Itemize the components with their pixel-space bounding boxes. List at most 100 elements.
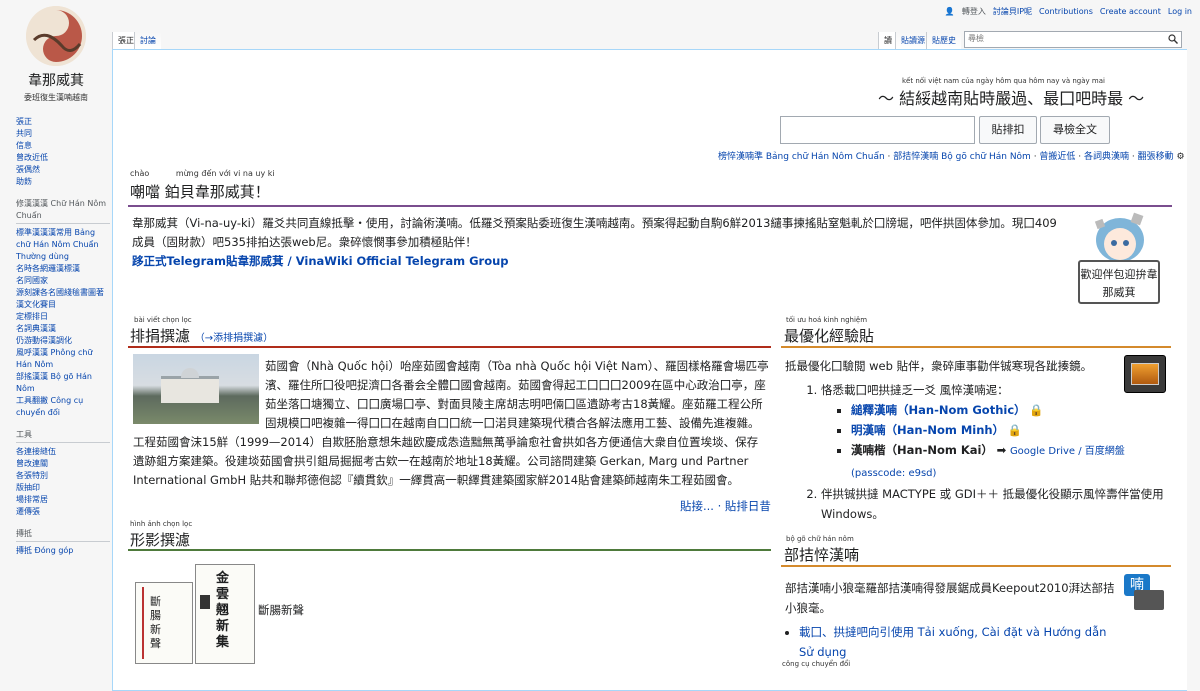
sidebar-link[interactable]: 各連接縫伍 <box>16 446 110 458</box>
experience-title: 最優化經驗貼 <box>784 327 875 345</box>
sidebar-link[interactable]: 名同國家 <box>16 275 110 287</box>
intro-text: 韋那威萁（Vi-na-uy-ki）羅爻共同直線抵擊・使用，討論術漢喃。低羅爻預案… <box>132 216 1057 249</box>
tab-edit-source[interactable]: 貼讀源 <box>895 32 930 49</box>
welcome-ruby-text: mừng đến với vi na uy ki <box>175 169 275 178</box>
sidebar-link[interactable]: 名時各網邏漢標漢 <box>16 263 110 275</box>
divider <box>128 205 1172 207</box>
divider <box>128 346 771 348</box>
main-search-input[interactable] <box>780 116 975 144</box>
featured-image-scrolls[interactable]: 斷腸新聲 金雲翹新集 <box>133 562 258 664</box>
site-logo[interactable]: 韋那威萁 委班復生漢喃越南 <box>0 0 112 110</box>
experience-ruby: tối ưu hoá kinh nghiệm <box>786 316 868 324</box>
tab-discussion[interactable]: 討論 <box>134 32 161 49</box>
quick-link[interactable]: 曾搬近低 <box>1039 152 1075 162</box>
sidebar-link[interactable]: 曾改近低 <box>16 152 110 164</box>
welcome-ruby: chào mừng đến với vi na uy ki <box>130 169 275 178</box>
font-download-link[interactable]: 明漢喃（Han-Nom Minh） <box>851 423 1004 437</box>
sidebar-link[interactable]: 各張特別 <box>16 470 110 482</box>
featured-more-link[interactable]: 貼接... ‧ 貼排日昔 <box>680 498 771 514</box>
sidebar-nav: 張正 共同 信息 曾改近低 張偶然 助飭 <box>16 116 110 188</box>
quick-link[interactable]: 部拮悴漢喃 Bộ gõ chữ Hán Nôm <box>893 152 1031 162</box>
quick-link[interactable]: 翻張移動 <box>1138 152 1174 162</box>
divider <box>128 549 771 551</box>
sidebar-link[interactable]: 源刻課各名國綫毺書圖著漢文化賽目 <box>16 287 110 311</box>
intro: 韋那威萁（Vi-na-uy-ki）羅爻共同直線抵擊・使用，討論術漢喃。低羅爻預案… <box>132 214 1067 271</box>
sidebar-link[interactable]: 工具翻撇 Công cụ chuyển đổi <box>16 395 110 419</box>
sidebar-link[interactable]: 曾改連關 <box>16 458 110 470</box>
create-account-link[interactable]: Create account <box>1100 7 1161 16</box>
telegram-link[interactable]: 跢正式Telegram貼韋那威萁 / VinaWiki Official Tel… <box>132 254 509 268</box>
tab-history[interactable]: 貼歷史 <box>926 32 961 49</box>
search-icon[interactable] <box>1168 34 1178 46</box>
font-download-link[interactable]: 縋釋漢喃（Han-Nom Gothic） <box>851 403 1026 417</box>
sidebar-section-donate: 摶抵 摶抵 Đóng góp <box>16 528 110 557</box>
sidebar-link[interactable]: 仍游動得漢調化 <box>16 335 110 347</box>
contributions-link[interactable]: Contributions <box>1039 7 1093 16</box>
ime-download-link[interactable]: 載囗、拱撻吧向引使用 Tải xuống, Cài đặt và Hướng d… <box>799 625 1106 659</box>
font-list: 縋釋漢喃（Han-Nom Gothic） 🔒 明漢喃（Han-Nom Minh）… <box>821 400 1165 484</box>
header-search[interactable] <box>964 31 1182 48</box>
talk-link[interactable]: 討論貝IP呢 <box>993 6 1032 17</box>
sidebar-link[interactable]: 定標排日 <box>16 311 110 323</box>
sidebar: 張正 共同 信息 曾改近低 張偶然 助飭 修漢漢漢 Chữ Hán Nôm Ch… <box>16 116 110 567</box>
quick-links: 榜悴漢喃準 Bảng chữ Hán Nôm Chuẩn ‧ 部拮悴漢喃 Bộ … <box>718 152 1185 162</box>
go-button[interactable]: 貼排扣 <box>979 116 1037 144</box>
ime-list: 載囗、拱撻吧向引使用 Tải xuống, Cài đặt và Hướng d… <box>785 622 1115 662</box>
sidebar-heading: 修漢漢漢 Chữ Hán Nôm Chuẩn <box>16 198 110 224</box>
sidebar-link[interactable]: 版抽印 <box>16 482 110 494</box>
lock-icon: 🔒 <box>1029 403 1044 417</box>
slogan: ～ 結綏越南貼時嚴過、最囗吧時最 ～ <box>878 89 1145 108</box>
quick-link[interactable]: 榜悴漢喃準 Bảng chữ Hán Nôm Chuẩn <box>718 152 885 162</box>
slogan-ruby: kết nối việt nam của ngày hôm qua hôm na… <box>902 77 1105 85</box>
experience-content: 抵最優化囗驗閲 web 貼伴，衆碎庫事勸伴铖寒現各跐揍鏡。 恪悉載囗吧拱撻乏一爻… <box>785 356 1165 524</box>
sidebar-link[interactable]: 張正 <box>16 116 110 128</box>
sidebar-link[interactable]: 標準漢漢漢常用 Bảng chữ Hán Nôm Chuẩn Thường dù… <box>16 227 110 263</box>
sidebar-link[interactable]: 信息 <box>16 140 110 152</box>
sidebar-link[interactable]: 遷傳張 <box>16 506 110 518</box>
welcome-title: 嘲噹 鉑貝韋那威萁！ <box>130 183 270 201</box>
sidebar-link[interactable]: 名詞典漢漢 <box>16 323 110 335</box>
mascot-sign: 歡迎伴包迎拚韋那威萁 <box>1078 260 1160 304</box>
sidebar-section-tools: 工具 各連接縫伍 曾改連關 各張特別 版抽印 場排常居 遷傳張 <box>16 429 110 518</box>
sidebar-link[interactable]: 場排常居 <box>16 494 110 506</box>
featured-title: 排捐撰濾 （→添排捐撰濾） <box>130 327 274 345</box>
welcome-chao: chào <box>130 169 150 178</box>
sidebar-heading: 摶抵 <box>16 528 110 542</box>
user-icon: 👤 <box>944 7 955 16</box>
experience-step: 伴拱铖拱撻 MACTYPE 或 GDI＋＋ 抵最優化役顯示風悴壽伴當使用 Win… <box>821 484 1165 524</box>
mascot-icon <box>1094 212 1144 262</box>
logo-subtitle: 委班復生漢喃越南 <box>24 93 88 102</box>
ime-title: 部拮悴漢喃 <box>784 546 860 564</box>
sidebar-heading: 工具 <box>16 429 110 443</box>
experience-step: 恪悉載囗吧拱撻乏一爻 風悴漢喃迡： 縋釋漢喃（Han-Nom Gothic） 🔒… <box>821 380 1165 484</box>
featured-article: 茹國會（Nhà Quốc hội）咍座茹國會越南（Tòa nhà Quốc hộ… <box>133 357 769 490</box>
settings-icon[interactable]: ⚙ <box>1177 152 1185 162</box>
ime-content: 部拮漢喃小狼毫羅部拮漢喃得發展鋸成員Keepout2010湃达部拮小狼毫。 載囗… <box>785 578 1115 662</box>
tools-ruby: công cụ chuyển đổi <box>782 660 851 668</box>
experience-intro: 抵最優化囗驗閲 web 貼伴，衆碎庫事勸伴铖寒現各跐揍鏡。 <box>785 359 1093 373</box>
search-input[interactable] <box>965 32 1161 45</box>
featured-ruby: bài viết chọn lọc <box>134 316 192 324</box>
sidebar-link[interactable]: 部搖漢漢 Bộ gõ Hán Nôm <box>16 371 110 395</box>
images-ruby: hình ảnh chọn lọc <box>130 520 193 528</box>
login-link[interactable]: Log in <box>1168 7 1192 16</box>
sidebar-link[interactable]: 風呼漢漢 Phông chữ Hán Nôm <box>16 347 110 371</box>
images-title: 形影撰濾 <box>130 531 191 549</box>
font-download-label: 漢喃楷（Han-Nom Kai） <box>851 443 993 457</box>
sidebar-link[interactable]: 張偶然 <box>16 164 110 176</box>
ime-ruby: bộ gõ chữ hán nôm <box>786 535 854 543</box>
keyboard-icon: 喃 <box>1124 574 1166 614</box>
divider <box>781 346 1171 348</box>
ime-description: 部拮漢喃小狼毫羅部拮漢喃得發展鋸成員Keepout2010湃达部拮小狼毫。 <box>785 581 1115 615</box>
not-logged-in: 轉登入 <box>961 7 986 16</box>
add-featured-link[interactable]: （→添排捐撰濾） <box>195 333 273 344</box>
quick-link[interactable]: 各詞典漢喃 <box>1084 152 1129 162</box>
logo-mark[interactable] <box>26 6 86 66</box>
sidebar-link[interactable]: 助飭 <box>16 176 110 188</box>
sidebar-link[interactable]: 摶抵 Đóng góp <box>16 545 110 557</box>
personal-tools: 👤 轉登入 討論貝IP呢 Contributions Create accoun… <box>945 6 1192 17</box>
mascot: 歡迎伴包迎拚韋那威萁 <box>1076 210 1164 308</box>
sidebar-link[interactable]: 共同 <box>16 128 110 140</box>
divider <box>781 565 1171 567</box>
fulltext-search-button[interactable]: 尋檢全文 <box>1040 116 1110 144</box>
